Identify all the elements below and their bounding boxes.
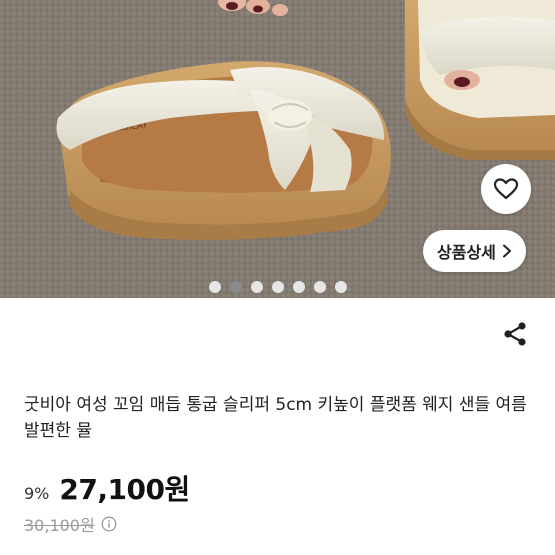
- gallery-dot[interactable]: [313, 281, 326, 293]
- wishlist-button[interactable]: [481, 164, 531, 214]
- info-icon[interactable]: [101, 516, 117, 532]
- gallery-dot[interactable]: [334, 281, 347, 293]
- gallery-dot[interactable]: [271, 281, 284, 293]
- gallery-dot-active[interactable]: [229, 281, 242, 293]
- discount-rate: 9%: [24, 484, 50, 503]
- share-button[interactable]: [501, 320, 529, 348]
- gallery-pagination: [0, 281, 555, 293]
- product-photo[interactable]: SUNBILAY 상품상세: [0, 0, 555, 298]
- original-price-row: 30,100원: [24, 512, 117, 536]
- sale-price: 27,100원: [59, 473, 190, 506]
- price-row: 9% 27,100원: [24, 468, 190, 508]
- gallery-dot[interactable]: [208, 281, 221, 293]
- product-detail-button[interactable]: 상품상세: [423, 230, 526, 272]
- product-title: 굿비아 여성 꼬임 매듭 통굽 슬리퍼 5cm 키높이 플랫폼 웨지 샌들 여름…: [24, 395, 527, 441]
- share-icon: [504, 322, 526, 346]
- gallery-dot[interactable]: [292, 281, 305, 293]
- gallery-dot[interactable]: [250, 281, 263, 293]
- chevron-right-icon: [502, 244, 511, 258]
- original-price: 30,100원: [24, 516, 95, 535]
- heart-icon: [493, 178, 519, 200]
- product-detail-label: 상품상세: [437, 243, 496, 262]
